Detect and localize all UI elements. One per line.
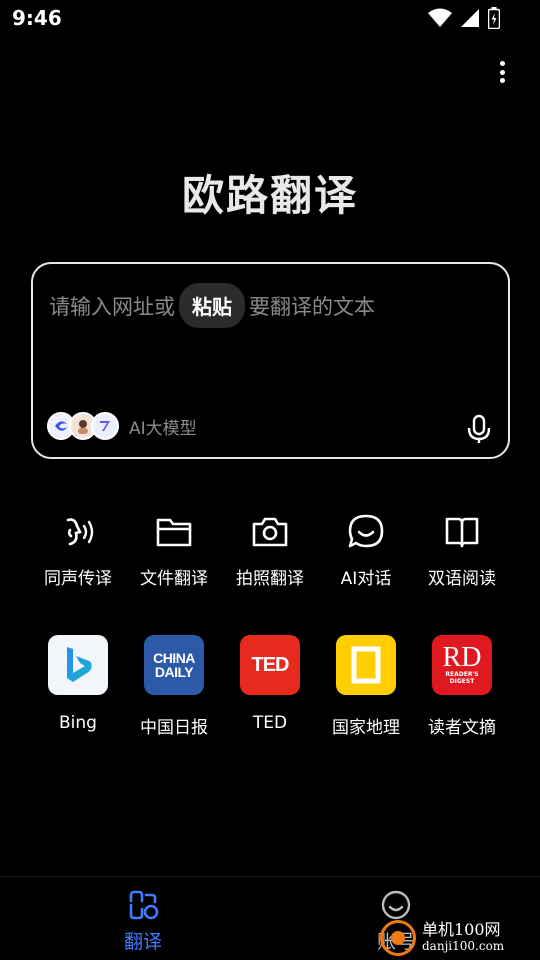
input-placeholder: 请输入网址或 粘贴 要翻译的文本 bbox=[49, 283, 375, 328]
rd-logo-text: RD bbox=[442, 642, 482, 673]
app-title: 欧路翻译 bbox=[181, 171, 358, 220]
model-label: AI大模型 bbox=[129, 418, 197, 439]
feature-simultaneous-interpretation[interactable]: 同声传译 bbox=[30, 512, 126, 589]
site-shortcuts: Bing CHINA DAILY 中国日报 TED TED 国家地理 RD REA… bbox=[30, 635, 510, 738]
site-national-geographic[interactable]: 国家地理 bbox=[318, 635, 414, 738]
model-avatar-icon bbox=[91, 412, 119, 440]
china-daily-logo-line2: DAILY bbox=[154, 664, 194, 680]
china-daily-logo-icon: CHINA DAILY bbox=[144, 635, 204, 695]
site-label: Bing bbox=[59, 713, 97, 733]
site-label: 中国日报 bbox=[140, 718, 208, 738]
rd-logo-sub-1: READER'S bbox=[445, 671, 479, 678]
model-avatars bbox=[47, 412, 119, 440]
feature-photo-translation[interactable]: 拍照翻译 bbox=[222, 512, 318, 589]
chat-bubble-icon bbox=[346, 512, 386, 552]
microphone-icon[interactable] bbox=[466, 414, 492, 444]
camera-icon bbox=[250, 512, 290, 552]
signal-icon bbox=[461, 9, 479, 27]
paste-button[interactable]: 粘贴 bbox=[179, 283, 245, 328]
site-label: TED bbox=[252, 713, 288, 733]
feature-ai-chat[interactable]: AI对话 bbox=[318, 512, 414, 589]
nav-label-translate: 翻译 bbox=[123, 931, 162, 953]
ted-logo-icon: TED bbox=[240, 635, 300, 695]
site-readers-digest[interactable]: RD READER'S DIGEST 读者文摘 bbox=[414, 635, 510, 738]
site-bing[interactable]: Bing bbox=[30, 635, 126, 738]
feature-label: 双语阅读 bbox=[428, 569, 496, 589]
feature-label: 文件翻译 bbox=[140, 569, 208, 589]
simultaneous-interpretation-icon bbox=[58, 512, 98, 552]
more-options-icon[interactable] bbox=[496, 58, 508, 86]
book-icon bbox=[442, 512, 482, 552]
watermark: 单机100网 danji100.com bbox=[380, 916, 540, 960]
feature-label: 同声传译 bbox=[44, 569, 112, 589]
status-time: 9:46 bbox=[12, 6, 62, 30]
site-label: 国家地理 bbox=[332, 718, 400, 738]
readers-digest-logo-icon: RD READER'S DIGEST bbox=[432, 635, 492, 695]
placeholder-prefix: 请输入网址或 bbox=[49, 294, 175, 319]
nav-tab-translate[interactable]: 翻译 bbox=[83, 889, 203, 954]
folder-icon bbox=[154, 512, 194, 552]
watermark-name: 单机100网 bbox=[422, 920, 501, 939]
feature-label: 拍照翻译 bbox=[236, 569, 304, 589]
national-geographic-logo-icon bbox=[336, 635, 396, 695]
rd-logo-sub-2: DIGEST bbox=[449, 678, 475, 685]
feature-bilingual-reading[interactable]: 双语阅读 bbox=[414, 512, 510, 589]
watermark-logo-icon bbox=[380, 920, 416, 956]
status-bar: 9:46 bbox=[0, 0, 540, 36]
feature-label: AI对话 bbox=[340, 569, 392, 589]
watermark-text: 单机100网 danji100.com bbox=[422, 921, 504, 955]
wifi-icon bbox=[428, 8, 452, 27]
feature-file-translation[interactable]: 文件翻译 bbox=[126, 512, 222, 589]
battery-icon bbox=[488, 7, 500, 29]
feature-shortcuts: 同声传译 文件翻译 拍照翻译 AI对话 双语阅读 bbox=[30, 512, 510, 589]
status-icons bbox=[428, 7, 500, 29]
watermark-url: danji100.com bbox=[422, 939, 505, 953]
translate-input-box[interactable]: 请输入网址或 粘贴 要翻译的文本 AI大模型 bbox=[31, 262, 510, 459]
placeholder-suffix: 要翻译的文本 bbox=[249, 294, 375, 319]
site-china-daily[interactable]: CHINA DAILY 中国日报 bbox=[126, 635, 222, 738]
site-ted[interactable]: TED TED bbox=[222, 635, 318, 738]
bing-logo-icon bbox=[48, 635, 108, 695]
translate-tab-icon bbox=[129, 890, 159, 920]
ai-model-selector[interactable]: AI大模型 bbox=[47, 412, 197, 440]
site-label: 读者文摘 bbox=[428, 718, 496, 738]
